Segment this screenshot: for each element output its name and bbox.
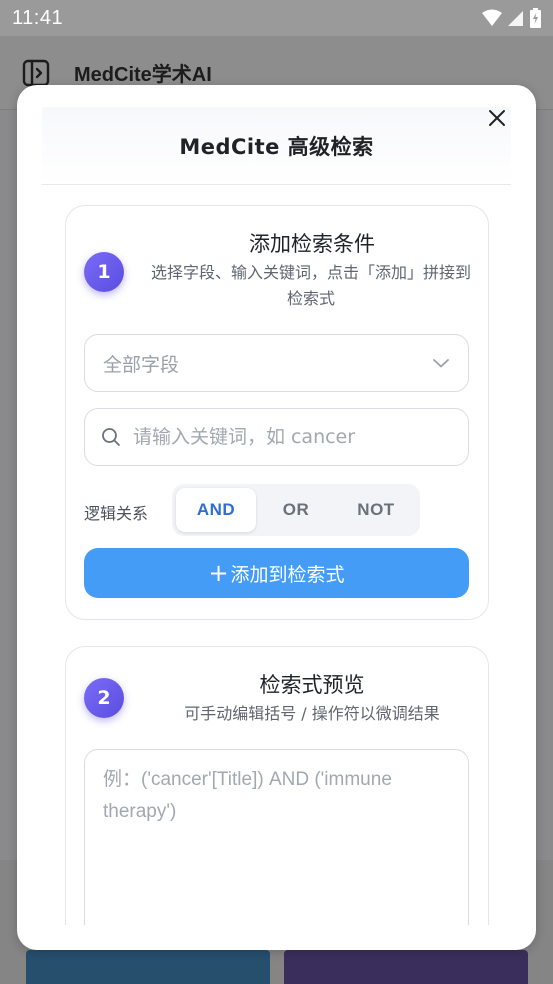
keyword-input-wrapper — [84, 408, 469, 466]
plus-icon: + — [208, 559, 229, 587]
modal-title: MedCite 高级检索 — [179, 134, 374, 159]
logic-label: 逻辑关系 — [84, 504, 149, 523]
status-bar: 11:41 — [0, 0, 553, 36]
logic-option-not[interactable]: NOT — [336, 488, 416, 532]
logic-option-and[interactable]: AND — [176, 488, 256, 532]
app-title: MedCite学术AI — [74, 64, 212, 86]
step2-subtitle: 可手动编辑括号 / 操作符以微调结果 — [184, 704, 440, 723]
step1-badge: 1 — [84, 252, 124, 292]
wifi-icon — [482, 9, 502, 26]
modal-header: MedCite 高级检索 — [42, 107, 511, 185]
step1-subtitle: 选择字段、输入关键词，点击「添加」拼接到检索式 — [150, 263, 471, 308]
step1-title: 添加检索条件 — [249, 232, 375, 256]
feature-card-left[interactable] — [26, 950, 270, 984]
signal-icon — [508, 11, 523, 26]
add-to-query-label: 添加到检索式 — [230, 563, 345, 586]
close-icon — [489, 110, 505, 126]
advanced-search-modal: MedCite 高级检索 1 添加检索条件 选择字段、输入关键词，点击「添加」拼… — [17, 85, 536, 950]
modal-scroll-area[interactable]: 1 添加检索条件 选择字段、输入关键词，点击「添加」拼接到检索式 全部字段 逻辑… — [17, 185, 536, 925]
keyword-input[interactable] — [132, 426, 452, 448]
close-button[interactable] — [482, 103, 512, 133]
field-select[interactable]: 全部字段 — [84, 334, 469, 392]
logic-option-or[interactable]: OR — [256, 488, 336, 532]
search-icon — [102, 428, 120, 446]
step1-card: 1 添加检索条件 选择字段、输入关键词，点击「添加」拼接到检索式 全部字段 逻辑… — [65, 205, 489, 620]
logic-segment: AND OR NOT — [172, 484, 420, 536]
battery-icon — [530, 8, 541, 28]
status-icons — [482, 8, 541, 28]
field-select-value: 全部字段 — [103, 353, 180, 376]
step2-title: 检索式预览 — [259, 673, 365, 697]
status-time: 11:41 — [12, 6, 64, 29]
feature-card-right[interactable] — [284, 950, 528, 984]
query-preview-wrapper — [84, 749, 469, 925]
chevron-down-icon — [433, 359, 449, 368]
query-preview-textarea[interactable] — [103, 764, 450, 925]
step2-badge: 2 — [84, 678, 124, 718]
step2-card: 2 检索式预览 可手动编辑括号 / 操作符以微调结果 — [65, 646, 489, 925]
add-to-query-button[interactable]: + 添加到检索式 — [84, 548, 469, 598]
sidebar-toggle-icon[interactable] — [22, 59, 50, 87]
